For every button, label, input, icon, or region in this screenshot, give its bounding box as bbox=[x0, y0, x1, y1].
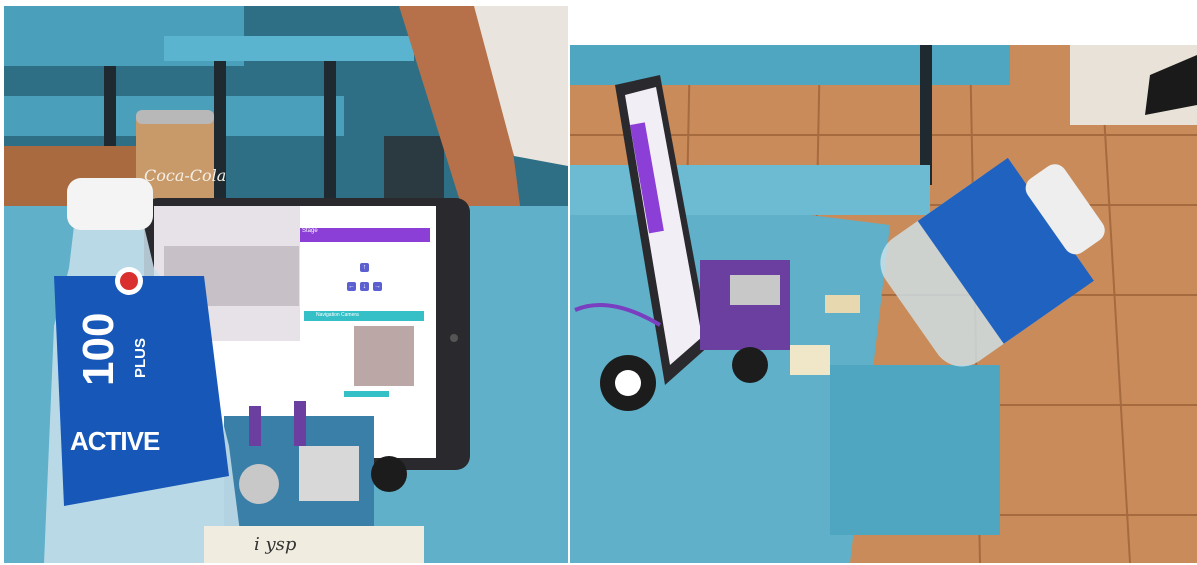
bottle-variant: ACTIVE bbox=[70, 426, 160, 456]
bottle-brand-word: PLUS bbox=[132, 337, 149, 378]
arrow-down-button: ↓ bbox=[360, 282, 369, 291]
bottle-brand-number: 100 bbox=[74, 312, 123, 386]
left-photo: Stage Navigation Camera ↑ ← ↓ → Coca-Col… bbox=[4, 6, 568, 563]
right-scene bbox=[570, 45, 1197, 563]
handwritten-note: i ysp bbox=[254, 534, 297, 555]
can-label: Coca-Cola bbox=[144, 166, 227, 185]
right-photo bbox=[570, 45, 1197, 563]
arrow-right-button: → bbox=[373, 282, 382, 291]
app-header-title: Stage bbox=[302, 228, 318, 234]
app-panel-title: Navigation Camera bbox=[316, 312, 359, 318]
left-scene bbox=[4, 6, 568, 563]
arrow-left-button: ← bbox=[347, 282, 356, 291]
arrow-up-button: ↑ bbox=[360, 263, 369, 272]
